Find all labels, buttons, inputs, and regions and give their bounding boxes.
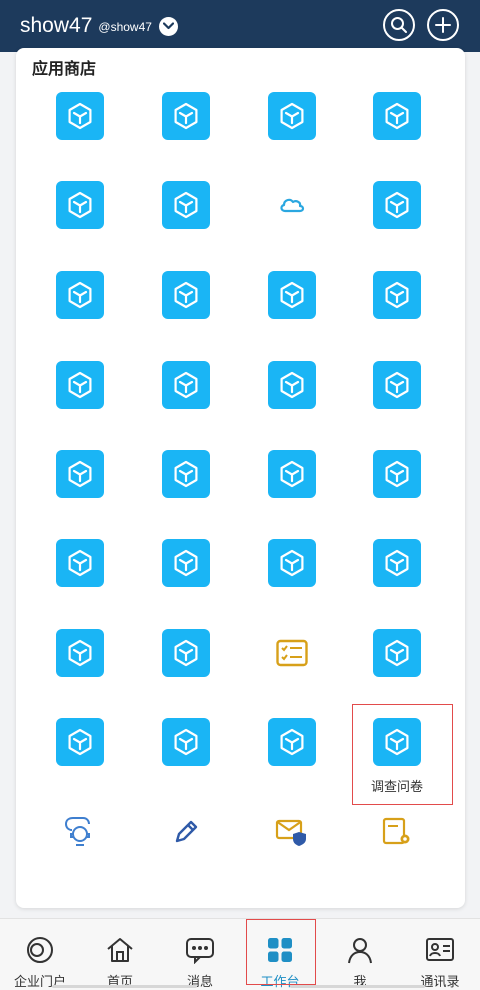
home-indicator bbox=[290, 985, 425, 988]
cube-icon bbox=[268, 92, 316, 140]
message-icon bbox=[185, 935, 215, 965]
app-item[interactable] bbox=[40, 92, 120, 172]
app-item[interactable] bbox=[40, 629, 120, 709]
cube-icon bbox=[56, 539, 104, 587]
tab-portal[interactable]: 企业门户 bbox=[0, 919, 80, 990]
app-item[interactable] bbox=[252, 361, 332, 441]
app-item[interactable] bbox=[40, 808, 120, 888]
checklist-icon bbox=[268, 629, 316, 677]
cube-icon bbox=[56, 450, 104, 498]
app-item[interactable] bbox=[40, 271, 120, 351]
app-item[interactable] bbox=[40, 361, 120, 441]
cube-icon bbox=[373, 181, 421, 229]
app-item[interactable] bbox=[357, 92, 437, 172]
app-item[interactable] bbox=[252, 92, 332, 172]
cube-icon bbox=[373, 629, 421, 677]
cube-icon bbox=[162, 539, 210, 587]
app-item[interactable] bbox=[357, 629, 437, 709]
cube-icon bbox=[56, 92, 104, 140]
home-indicator bbox=[52, 985, 197, 988]
app-item[interactable] bbox=[146, 92, 226, 172]
app-item[interactable] bbox=[146, 539, 226, 619]
app-item[interactable] bbox=[40, 450, 120, 530]
cube-icon bbox=[162, 629, 210, 677]
cube-icon bbox=[162, 450, 210, 498]
cube-icon bbox=[162, 361, 210, 409]
app-item[interactable] bbox=[252, 718, 332, 798]
tab-person[interactable]: 我 bbox=[320, 919, 400, 990]
tab-message[interactable]: 消息 bbox=[160, 919, 240, 990]
contacts-icon bbox=[425, 935, 455, 965]
app-item[interactable] bbox=[40, 539, 120, 619]
app-item[interactable] bbox=[252, 539, 332, 619]
mail-shield-icon bbox=[268, 808, 316, 856]
cube-icon bbox=[56, 629, 104, 677]
app-item[interactable] bbox=[146, 450, 226, 530]
cube-icon bbox=[162, 718, 210, 766]
cloud-icon bbox=[268, 181, 316, 229]
app-item[interactable] bbox=[146, 629, 226, 709]
cube-icon bbox=[162, 271, 210, 319]
cube-icon bbox=[373, 450, 421, 498]
chevron-down-icon[interactable] bbox=[158, 16, 178, 36]
app-item[interactable] bbox=[357, 181, 437, 261]
app-item[interactable] bbox=[146, 181, 226, 261]
search-icon[interactable] bbox=[383, 9, 415, 41]
cube-icon bbox=[162, 92, 210, 140]
support-chat-icon bbox=[56, 808, 104, 856]
cube-icon bbox=[268, 718, 316, 766]
cube-icon bbox=[162, 181, 210, 229]
top-bar: show47 @show47 bbox=[0, 0, 480, 52]
app-item[interactable] bbox=[146, 361, 226, 441]
tab-home[interactable]: 首页 bbox=[80, 919, 160, 990]
account-name[interactable]: show47 bbox=[20, 14, 92, 38]
app-item[interactable] bbox=[252, 271, 332, 351]
app-item[interactable] bbox=[357, 539, 437, 619]
cube-icon bbox=[373, 361, 421, 409]
selection-highlight bbox=[246, 919, 316, 985]
tab-contacts[interactable]: 通讯录 bbox=[400, 919, 480, 990]
doc-settings-icon bbox=[373, 808, 421, 856]
app-item[interactable] bbox=[252, 181, 332, 261]
bottom-tab-bar: 企业门户 首页 消息 工作台我通讯录 bbox=[0, 918, 480, 990]
app-item[interactable] bbox=[40, 181, 120, 261]
app-item[interactable] bbox=[357, 808, 437, 888]
person-icon bbox=[345, 935, 375, 965]
cube-icon bbox=[56, 271, 104, 319]
cube-icon bbox=[373, 271, 421, 319]
cube-icon bbox=[268, 539, 316, 587]
portal-icon bbox=[25, 935, 55, 965]
cube-icon bbox=[56, 718, 104, 766]
home-icon bbox=[105, 935, 135, 965]
selection-highlight bbox=[352, 704, 453, 805]
tab-label: 通讯录 bbox=[420, 975, 460, 990]
cube-icon bbox=[268, 361, 316, 409]
app-item[interactable] bbox=[146, 271, 226, 351]
app-item[interactable] bbox=[40, 718, 120, 798]
pencil-icon bbox=[162, 808, 210, 856]
app-item[interactable] bbox=[146, 808, 226, 888]
cube-icon bbox=[373, 92, 421, 140]
app-item[interactable] bbox=[252, 629, 332, 709]
account-handle[interactable]: @show47 bbox=[98, 20, 152, 34]
app-item[interactable] bbox=[357, 450, 437, 530]
app-item[interactable] bbox=[146, 718, 226, 798]
app-item[interactable] bbox=[252, 808, 332, 888]
app-item[interactable] bbox=[357, 271, 437, 351]
plus-icon[interactable] bbox=[427, 9, 459, 41]
app-item[interactable] bbox=[252, 450, 332, 530]
cube-icon bbox=[268, 450, 316, 498]
cube-icon bbox=[56, 181, 104, 229]
cube-icon bbox=[56, 361, 104, 409]
app-item[interactable] bbox=[357, 361, 437, 441]
cube-icon bbox=[373, 539, 421, 587]
cube-icon bbox=[268, 271, 316, 319]
